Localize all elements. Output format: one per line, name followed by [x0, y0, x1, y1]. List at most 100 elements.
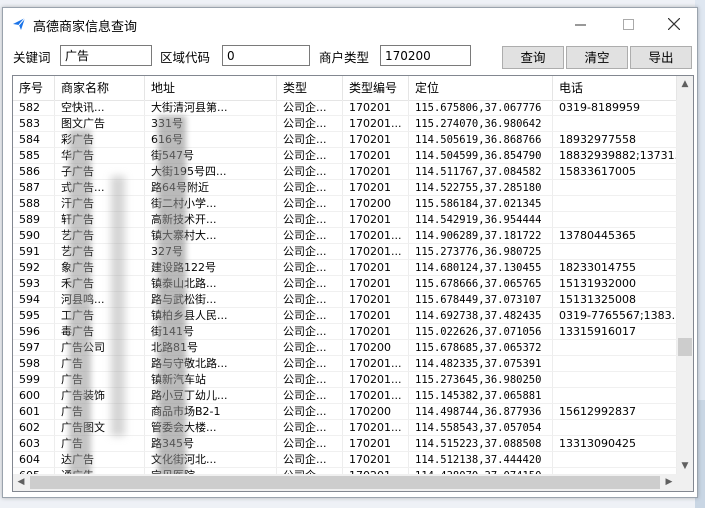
cell-type: 公司企... [277, 404, 343, 420]
cell-index: 586 [13, 164, 55, 180]
results-table[interactable]: 序号 商家名称 地址 类型 类型编号 定位 电话 582 空快讯... 大街清河县第… [12, 75, 694, 492]
cell-index: 590 [13, 228, 55, 244]
cell-type: 公司企... [277, 148, 343, 164]
cell-type: 公司企... [277, 116, 343, 132]
column-header-index[interactable]: 序号 [13, 76, 55, 100]
cell-phone: 0319-7765567;1383... [553, 308, 677, 324]
cell-phone [553, 244, 677, 260]
cell-phone: 15131325008 [553, 292, 677, 308]
cell-index: 604 [13, 452, 55, 468]
cell-index: 592 [13, 260, 55, 276]
cell-location: 115.273645,36.980250 [409, 372, 553, 388]
cell-index: 602 [13, 420, 55, 436]
column-header-name[interactable]: 商家名称 [55, 76, 145, 100]
cell-type: 公司企... [277, 260, 343, 276]
query-button[interactable]: 查询 [502, 46, 564, 69]
table-row[interactable]: 585华广告街547号公司企...170201114.504599,36.854… [13, 148, 677, 164]
cell-location: 115.678666,37.065765 [409, 276, 553, 292]
cell-location: 115.022626,37.071056 [409, 324, 553, 340]
cell-phone: 18233014755 [553, 260, 677, 276]
cell-location: 115.274070,36.980642 [409, 116, 553, 132]
cell-phone [553, 452, 677, 468]
cell-location: 115.678685,37.065372 [409, 340, 553, 356]
vertical-scrollbar[interactable]: ▲ ▼ [677, 76, 693, 474]
export-button[interactable]: 导出 [630, 46, 692, 69]
cell-phone [553, 372, 677, 388]
cell-location: 114.512138,37.444420 [409, 452, 553, 468]
cell-type-code: 170201... [343, 388, 409, 404]
cell-index: 601 [13, 404, 55, 420]
horizontal-scroll-thumb[interactable] [30, 476, 660, 489]
cell-phone [553, 356, 677, 372]
cell-phone [553, 388, 677, 404]
cell-location: 114.906289,37.181722 [409, 228, 553, 244]
cell-phone [553, 420, 677, 436]
cell-type: 公司企... [277, 420, 343, 436]
cell-location: 114.522755,37.285180 [409, 180, 553, 196]
table-row[interactable]: 604达广告文化街河北...公司企...170201114.512138,37.… [13, 452, 677, 468]
cell-type: 公司企... [277, 324, 343, 340]
cell-type-code: 170201 [343, 148, 409, 164]
vertical-scroll-thumb[interactable] [678, 338, 692, 356]
horizontal-scrollbar[interactable]: ◀ ▶ [13, 474, 677, 491]
cell-type-code: 170201 [343, 308, 409, 324]
cell-index: 584 [13, 132, 55, 148]
scroll-down-icon[interactable]: ▼ [677, 458, 693, 474]
column-header-type[interactable]: 类型 [277, 76, 343, 100]
region-code-label: 区域代码 [160, 50, 211, 65]
merchant-type-input[interactable] [380, 45, 471, 66]
cell-phone: 18832939882;13731... [553, 148, 677, 164]
column-header-type-code[interactable]: 类型编号 [343, 76, 409, 100]
cell-phone [553, 212, 677, 228]
cell-index: 583 [13, 116, 55, 132]
table-row[interactable]: 584彩广告616号公司企...170201114.505619,36.8687… [13, 132, 677, 148]
cell-name: 空快讯... [55, 100, 145, 116]
cell-index: 585 [13, 148, 55, 164]
cell-index: 599 [13, 372, 55, 388]
cell-index: 594 [13, 292, 55, 308]
cell-location: 115.273776,36.980725 [409, 244, 553, 260]
column-header-location[interactable]: 定位 [409, 76, 553, 100]
cell-type-code: 170201 [343, 132, 409, 148]
cell-phone: 13315916017 [553, 324, 677, 340]
cell-type-code: 170201... [343, 420, 409, 436]
cell-phone: 15131932000 [553, 276, 677, 292]
cell-type: 公司企... [277, 196, 343, 212]
column-header-phone[interactable]: 电话 [553, 76, 677, 100]
cell-location: 114.511767,37.084582 [409, 164, 553, 180]
cell-type: 公司企... [277, 292, 343, 308]
cell-type-code: 170201 [343, 292, 409, 308]
cell-phone [553, 196, 677, 212]
cell-location: 115.586184,37.021345 [409, 196, 553, 212]
minimize-button[interactable] [557, 12, 603, 36]
column-header-address[interactable]: 地址 [145, 76, 277, 100]
cell-type-code: 170201 [343, 452, 409, 468]
maximize-button[interactable] [605, 12, 651, 36]
keyword-input[interactable] [60, 45, 152, 66]
merchant-type-label: 商户类型 [319, 50, 370, 65]
close-button[interactable] [651, 12, 697, 36]
cell-location: 114.505619,36.868766 [409, 132, 553, 148]
table-row[interactable]: 603广告路345号公司企...170201114.515223,37.0885… [13, 436, 677, 452]
cell-location: 114.482335,37.075391 [409, 356, 553, 372]
cell-type: 公司企... [277, 356, 343, 372]
cell-type: 公司企... [277, 132, 343, 148]
cell-type-code: 170201... [343, 356, 409, 372]
scroll-left-icon[interactable]: ◀ [13, 474, 29, 491]
cell-index: 595 [13, 308, 55, 324]
cell-type-code: 170201... [343, 116, 409, 132]
scroll-right-icon[interactable]: ▶ [661, 474, 677, 491]
cell-index: 603 [13, 436, 55, 452]
region-code-input[interactable] [222, 45, 310, 66]
cell-type: 公司企... [277, 180, 343, 196]
scroll-up-icon[interactable]: ▲ [677, 76, 693, 92]
cell-index: 588 [13, 196, 55, 212]
cell-phone: 0319-8189959 [553, 100, 677, 116]
clear-button[interactable]: 清空 [566, 46, 628, 69]
title-bar: 高德商家信息查询 [3, 8, 697, 40]
redaction-mark [69, 130, 91, 490]
table-row[interactable]: 583图文广告331号公司企...170201...115.274070,36.… [13, 116, 677, 132]
table-row[interactable]: 582 空快讯... 大街清河县第... 公司企... 170201 115.675806… [13, 100, 677, 116]
send-icon [13, 17, 26, 30]
cell-type-code: 170201... [343, 372, 409, 388]
